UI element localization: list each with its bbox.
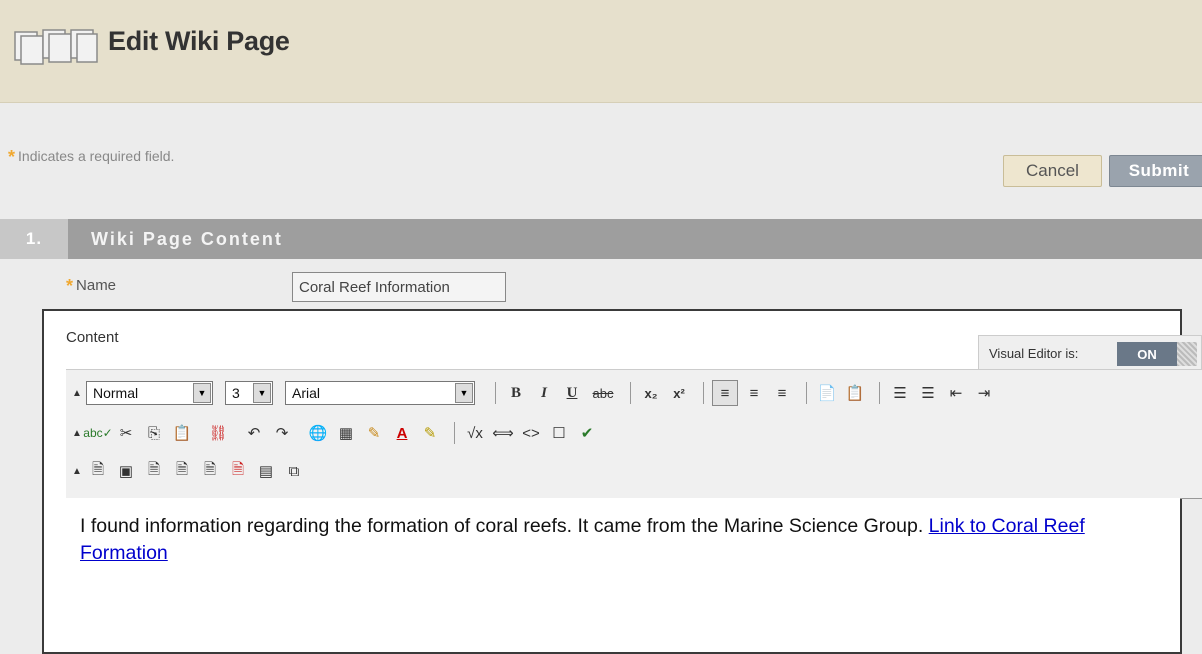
font-family-select[interactable]: Arial ▼ xyxy=(285,381,475,405)
separator xyxy=(630,382,631,404)
format-select[interactable]: Normal ▼ xyxy=(86,381,213,405)
separator xyxy=(454,422,455,444)
section-number: 1. xyxy=(0,219,68,259)
chevron-down-icon: ▼ xyxy=(253,383,271,403)
wiki-pages-icon xyxy=(14,29,98,65)
submit-button[interactable]: Submit xyxy=(1109,155,1202,187)
indent-icon[interactable]: ⇥ xyxy=(972,381,996,405)
highlight-icon[interactable]: ✎ xyxy=(418,421,442,445)
redo-icon[interactable]: ↷ xyxy=(270,421,294,445)
separator xyxy=(879,382,880,404)
page-header: Edit Wiki Page xyxy=(0,0,1202,103)
format-select-value: Normal xyxy=(93,385,139,401)
paste-word-icon[interactable]: 📋 xyxy=(843,381,867,405)
paste-icon[interactable]: 📋 xyxy=(170,421,194,445)
edit-pencil-icon[interactable]: ✎ xyxy=(362,421,386,445)
font-size-select-value: 3 xyxy=(232,385,240,401)
insert-image-icon[interactable]: ▣ xyxy=(114,459,138,483)
math-icon[interactable]: √x xyxy=(463,421,487,445)
name-field[interactable]: Coral Reef Information xyxy=(292,272,506,302)
chevron-down-icon: ▼ xyxy=(193,383,211,403)
attach-file-icon[interactable]: 🗎 xyxy=(86,459,110,483)
bold-icon[interactable]: B xyxy=(504,381,528,405)
visual-editor-on-toggle[interactable]: ON xyxy=(1117,342,1177,366)
insert-doc-icon[interactable]: 🗎 xyxy=(170,459,194,483)
content-label: Content xyxy=(66,329,119,346)
cancel-button[interactable]: Cancel xyxy=(1003,155,1102,187)
ordered-list-icon[interactable]: ☰ xyxy=(888,381,912,405)
font-size-select[interactable]: 3 ▼ xyxy=(225,381,273,405)
collapse-row-icon[interactable]: ▲ xyxy=(72,388,84,399)
section-title: Wiki Page Content xyxy=(91,228,283,249)
required-star-icon: * xyxy=(8,147,16,167)
chevron-down-icon: ▼ xyxy=(455,383,473,403)
preview-icon[interactable]: ✔ xyxy=(575,421,599,445)
table-icon[interactable]: ▦ xyxy=(334,421,358,445)
section-header: 1. Wiki Page Content xyxy=(0,219,1202,259)
toolbar-row-2: ▲ abc✓ ✂ ⎘ 📋 ⛓ ↶ ↷ 🌐 ▦ ✎ A ✎ √x ⟺ <> ☐ ✔ xyxy=(66,416,603,450)
strikethrough-icon[interactable]: abc xyxy=(588,381,618,405)
insert-audio-icon[interactable]: 🗎 xyxy=(198,459,222,483)
paste-text-icon[interactable]: 📄 xyxy=(815,381,839,405)
subscript-icon[interactable]: x₂ xyxy=(639,381,663,405)
mashup-icon[interactable]: ▤ xyxy=(254,459,278,483)
editor-body-text: I found information regarding the format… xyxy=(80,515,929,537)
html-icon[interactable]: <> xyxy=(519,421,543,445)
toolbar-row-1: ▲ Normal ▼ 3 ▼ Arial ▼ B I U abc x₂ x² ≡ ≡ … xyxy=(66,376,1000,410)
name-label-text: Name xyxy=(76,277,117,294)
content-editor-text[interactable]: I found information regarding the format… xyxy=(80,513,1170,567)
separator xyxy=(703,382,704,404)
editor-toolbar: ▲ Normal ▼ 3 ▼ Arial ▼ B I U abc x₂ x² ≡ ≡ … xyxy=(66,369,1202,499)
page-title: Edit Wiki Page xyxy=(108,26,290,56)
separator xyxy=(495,382,496,404)
embed-icon[interactable]: ⟺ xyxy=(491,421,515,445)
fullscreen-icon[interactable]: ☐ xyxy=(547,421,571,445)
superscript-icon[interactable]: x² xyxy=(667,381,691,405)
underline-icon[interactable]: U xyxy=(560,381,584,405)
outdent-icon[interactable]: ⇤ xyxy=(944,381,968,405)
italic-icon[interactable]: I xyxy=(532,381,556,405)
wiki-link-icon[interactable]: ⧉ xyxy=(282,459,306,483)
toolbar-row-3: ▲ 🗎 ▣ 🗎 🗎 🗎 🗎 ▤ ⧉ xyxy=(66,454,310,488)
remove-link-icon[interactable]: ⛓ xyxy=(206,421,230,445)
align-center-icon[interactable]: ≡ xyxy=(742,381,766,405)
cut-icon[interactable]: ✂ xyxy=(114,421,138,445)
required-star-icon: * xyxy=(66,276,74,296)
name-label: * Name xyxy=(66,276,116,297)
undo-icon[interactable]: ↶ xyxy=(242,421,266,445)
font-family-select-value: Arial xyxy=(292,385,321,401)
insert-media-icon[interactable]: 🗎 xyxy=(142,459,166,483)
required-note: * Indicates a required field. xyxy=(8,147,174,168)
insert-flash-icon[interactable]: 🗎 xyxy=(226,459,250,483)
align-left-icon[interactable]: ≡ xyxy=(712,380,738,406)
collapse-row-icon[interactable]: ▲ xyxy=(72,466,84,477)
visual-editor-off-toggle[interactable] xyxy=(1177,342,1197,366)
visual-editor-label: Visual Editor is: xyxy=(989,346,1079,361)
align-right-icon[interactable]: ≡ xyxy=(770,381,794,405)
unordered-list-icon[interactable]: ☰ xyxy=(916,381,940,405)
text-color-icon[interactable]: A xyxy=(390,421,414,445)
insert-link-icon[interactable]: 🌐 xyxy=(306,421,330,445)
separator xyxy=(806,382,807,404)
required-note-text: Indicates a required field. xyxy=(18,148,175,164)
collapse-row-icon[interactable]: ▲ xyxy=(72,428,84,439)
spellcheck-icon[interactable]: abc✓ xyxy=(83,421,112,445)
visual-editor-toggle-group: Visual Editor is: ON xyxy=(978,335,1202,372)
copy-icon[interactable]: ⎘ xyxy=(142,421,166,445)
